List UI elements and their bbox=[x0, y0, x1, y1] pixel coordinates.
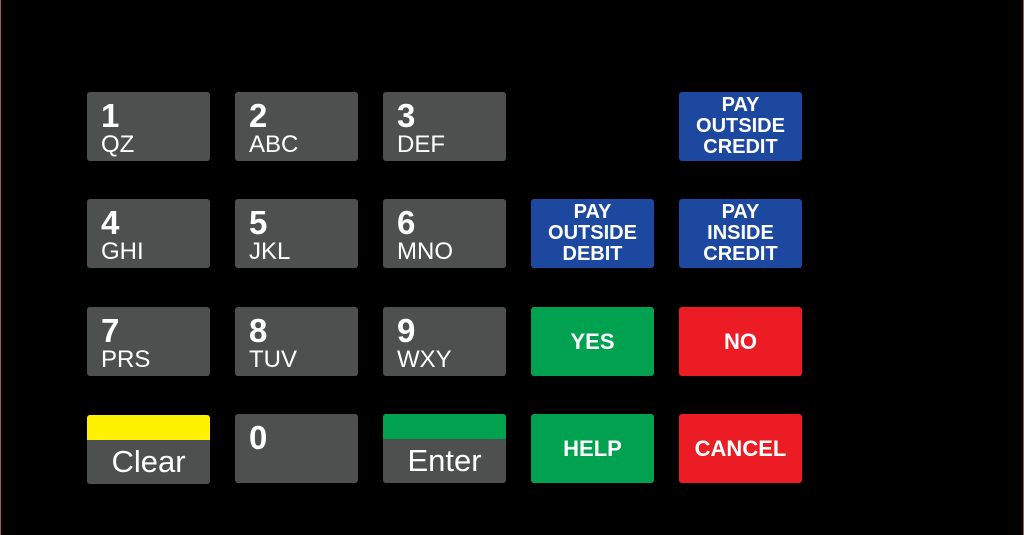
key-8[interactable]: 8 TUV bbox=[235, 307, 358, 376]
key-digit: 3 bbox=[397, 97, 416, 134]
button-label: CANCEL bbox=[694, 435, 787, 461]
key-4[interactable]: 4 GHI bbox=[87, 199, 210, 268]
key-digit: 2 bbox=[249, 97, 268, 134]
no-button[interactable]: NO bbox=[679, 307, 802, 376]
key-3[interactable]: 3 DEF bbox=[383, 92, 506, 161]
button-label: PAY INSIDE CREDIT bbox=[703, 201, 778, 265]
key-7[interactable]: 7 PRS bbox=[87, 307, 210, 376]
pay-outside-debit-button[interactable]: PAY OUTSIDE DEBIT bbox=[531, 199, 654, 268]
key-letters: QZ bbox=[101, 131, 135, 158]
key-5[interactable]: 5 JKL bbox=[235, 199, 358, 268]
key-2[interactable]: 2 ABC bbox=[235, 92, 358, 161]
clear-button[interactable]: Clear bbox=[87, 415, 210, 484]
button-label: Enter bbox=[407, 443, 482, 478]
clear-accent-stripe bbox=[87, 415, 210, 440]
help-button[interactable]: HELP bbox=[531, 414, 654, 483]
yes-button[interactable]: YES bbox=[531, 307, 654, 376]
key-0[interactable]: 0 bbox=[235, 414, 358, 483]
enter-accent-stripe bbox=[383, 414, 506, 439]
key-digit: 8 bbox=[249, 312, 268, 349]
cancel-button[interactable]: CANCEL bbox=[679, 414, 802, 483]
button-label: PAY OUTSIDE CREDIT bbox=[696, 94, 785, 158]
key-letters: DEF bbox=[397, 131, 445, 158]
enter-button[interactable]: Enter bbox=[383, 414, 506, 483]
key-letters: TUV bbox=[249, 346, 297, 373]
key-digit: 5 bbox=[249, 204, 268, 241]
key-letters: ABC bbox=[249, 131, 299, 158]
key-letters: MNO bbox=[397, 238, 453, 265]
key-digit: 4 bbox=[101, 204, 120, 241]
key-1[interactable]: 1 QZ bbox=[87, 92, 210, 161]
key-letters: WXY bbox=[397, 346, 452, 373]
pay-inside-credit-button[interactable]: PAY INSIDE CREDIT bbox=[679, 199, 802, 268]
key-letters: GHI bbox=[101, 238, 144, 265]
button-label: HELP bbox=[563, 435, 622, 461]
key-6[interactable]: 6 MNO bbox=[383, 199, 506, 268]
button-label: Clear bbox=[111, 444, 186, 479]
key-digit: 6 bbox=[397, 204, 416, 241]
button-label: PAY OUTSIDE DEBIT bbox=[548, 201, 637, 265]
pay-outside-credit-button[interactable]: PAY OUTSIDE CREDIT bbox=[679, 92, 802, 161]
key-digit: 7 bbox=[101, 312, 120, 349]
key-9[interactable]: 9 WXY bbox=[383, 307, 506, 376]
key-letters: PRS bbox=[101, 346, 151, 373]
button-label: YES bbox=[570, 328, 615, 354]
key-digit: 9 bbox=[397, 312, 416, 349]
key-digit: 0 bbox=[249, 419, 268, 456]
key-letters: JKL bbox=[249, 238, 291, 265]
button-label: NO bbox=[724, 328, 757, 354]
key-digit: 1 bbox=[101, 97, 120, 134]
